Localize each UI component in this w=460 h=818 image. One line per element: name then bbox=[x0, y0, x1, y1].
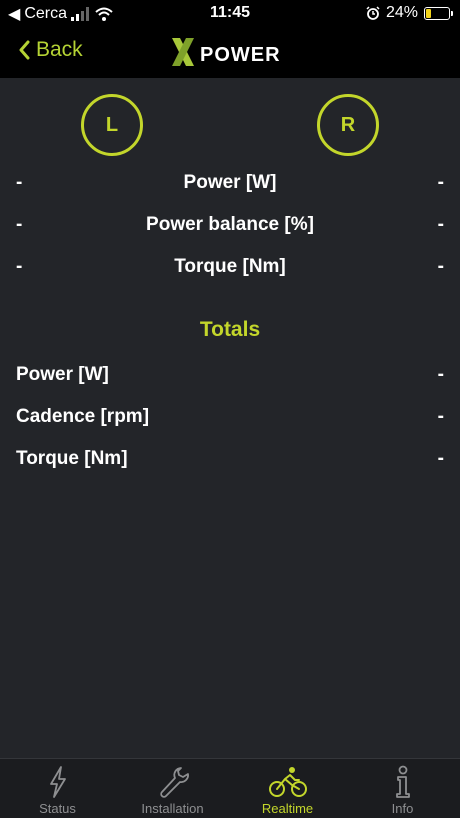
tab-label: Status bbox=[39, 801, 76, 816]
left-side-indicator: L bbox=[81, 94, 143, 156]
tab-label: Realtime bbox=[261, 801, 314, 816]
totals-heading: Totals bbox=[199, 318, 261, 341]
total-label: Power [W] bbox=[16, 364, 109, 385]
cyclist-icon bbox=[268, 767, 307, 797]
total-value: - bbox=[437, 406, 444, 427]
total-row: Power [W] - bbox=[0, 362, 460, 392]
tab-bar: Status Installation Realtime Info bbox=[0, 758, 460, 818]
battery-percent: 24% bbox=[385, 4, 418, 21]
total-value: - bbox=[437, 364, 444, 385]
metric-label: Power balance [%] bbox=[146, 214, 314, 235]
xpower-logo: POWER bbox=[172, 38, 281, 66]
chevron-left-icon bbox=[19, 40, 30, 60]
tab-installation[interactable]: Installation bbox=[115, 759, 230, 818]
tab-info[interactable]: Info bbox=[345, 759, 460, 818]
back-label: Back bbox=[36, 38, 83, 61]
status-bar: ◀ Cerca 11:45 24% bbox=[0, 0, 460, 28]
left-side-label: L bbox=[105, 113, 119, 136]
nav-bar: Back POWER bbox=[0, 28, 460, 78]
tab-realtime[interactable]: Realtime bbox=[230, 759, 345, 818]
right-value: - bbox=[437, 172, 444, 193]
side-metric-row: - Power balance [%] - bbox=[0, 212, 460, 242]
tab-status[interactable]: Status bbox=[0, 759, 115, 818]
alarm-icon bbox=[366, 6, 380, 20]
status-right: 24% bbox=[366, 4, 453, 22]
tab-label: Installation bbox=[141, 801, 204, 816]
metric-label: Torque [Nm] bbox=[174, 256, 286, 277]
right-side-label: R bbox=[340, 113, 356, 136]
total-value: - bbox=[437, 448, 444, 469]
realtime-panel: L R - Power [W] - - Power balance [%] - … bbox=[0, 78, 460, 758]
battery-fill bbox=[426, 8, 432, 18]
tab-label: Info bbox=[391, 801, 414, 816]
wrench-icon bbox=[159, 767, 189, 798]
right-value: - bbox=[437, 214, 444, 235]
side-metric-row: - Torque [Nm] - bbox=[0, 254, 460, 284]
total-label: Cadence [rpm] bbox=[16, 406, 150, 427]
right-side-indicator: R bbox=[317, 94, 379, 156]
back-button[interactable]: Back bbox=[18, 38, 83, 62]
metric-label: Power [W] bbox=[183, 172, 277, 193]
total-row: Torque [Nm] - bbox=[0, 446, 460, 476]
total-label: Torque [Nm] bbox=[16, 448, 128, 469]
right-value: - bbox=[437, 256, 444, 277]
svg-text:POWER: POWER bbox=[200, 44, 281, 66]
total-row: Cadence [rpm] - bbox=[0, 404, 460, 434]
side-metric-row: - Power [W] - bbox=[0, 170, 460, 200]
lightning-icon bbox=[49, 766, 66, 798]
battery-icon bbox=[424, 6, 453, 20]
info-icon bbox=[395, 765, 410, 798]
